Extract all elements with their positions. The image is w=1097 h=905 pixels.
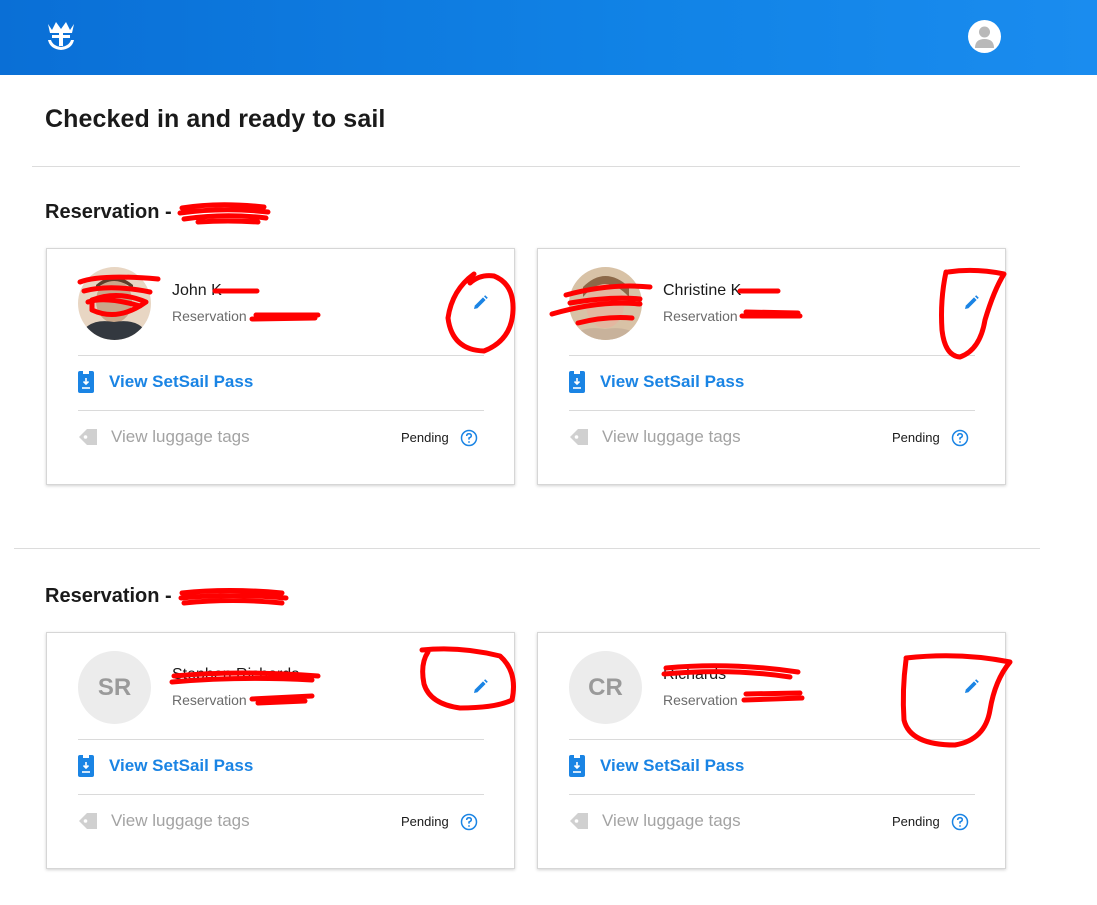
view-setsail-pass-link[interactable]: View SetSail Pass	[569, 370, 744, 394]
crown-anchor-logo-icon[interactable]	[44, 18, 78, 52]
guest-reservation-number: Reservation	[663, 692, 738, 708]
help-circle-icon[interactable]	[951, 429, 969, 447]
luggage-tag-icon	[79, 813, 97, 829]
guest-card: Christine K Reservation View SetSail Pas…	[537, 248, 1006, 485]
redaction-mark	[177, 202, 271, 225]
pass-badge-icon	[78, 371, 94, 393]
view-luggage-tags-link[interactable]: View luggage tags	[78, 425, 250, 449]
divider	[78, 739, 484, 740]
edit-pencil-icon[interactable]	[961, 293, 981, 313]
divider	[78, 355, 484, 356]
guest-name: Richards	[663, 666, 727, 683]
status-badge: Pending	[401, 430, 449, 445]
view-luggage-tags-label: View luggage tags	[602, 811, 741, 830]
reservation-heading: Reservation -	[45, 201, 172, 224]
view-setsail-pass-label: View SetSail Pass	[600, 372, 745, 391]
view-luggage-tags-link[interactable]: View luggage tags	[78, 809, 250, 833]
divider	[569, 355, 975, 356]
page-title: Checked in and ready to sail	[45, 105, 386, 133]
guest-reservation-number: Reservation	[172, 692, 247, 708]
pass-badge-icon	[569, 755, 585, 777]
guest-name: John K	[172, 282, 222, 299]
view-luggage-tags-link[interactable]: View luggage tags	[569, 809, 741, 833]
redaction-mark	[178, 588, 289, 606]
divider	[78, 410, 484, 411]
guest-initials-avatar: SR	[78, 651, 151, 724]
reservation-heading-label: Reservation -	[45, 201, 172, 223]
view-setsail-pass-link[interactable]: View SetSail Pass	[569, 754, 744, 778]
help-circle-icon[interactable]	[951, 813, 969, 831]
reservation-heading-label: Reservation -	[45, 585, 172, 607]
status-badge: Pending	[892, 430, 940, 445]
guest-card: John K Reservation View SetSail Pass Vie…	[46, 248, 515, 485]
divider	[32, 166, 1020, 167]
luggage-tag-icon	[79, 429, 97, 445]
guest-card: SR Stephen Richards Reservation View Set…	[46, 632, 515, 869]
divider	[569, 794, 975, 795]
view-setsail-pass-link[interactable]: View SetSail Pass	[78, 370, 253, 394]
view-luggage-tags-link[interactable]: View luggage tags	[569, 425, 741, 449]
edit-pencil-icon[interactable]	[470, 677, 490, 697]
guest-photo	[569, 267, 642, 340]
profile-avatar-button[interactable]	[968, 20, 1001, 53]
guest-initials-avatar: CR	[569, 651, 642, 724]
edit-pencil-icon[interactable]	[961, 677, 981, 697]
divider	[569, 739, 975, 740]
luggage-tag-icon	[570, 429, 588, 445]
guest-reservation-number: Reservation	[663, 308, 738, 324]
pass-badge-icon	[569, 371, 585, 393]
view-luggage-tags-label: View luggage tags	[111, 427, 250, 446]
guest-name: Stephen Richards	[172, 666, 300, 683]
status-badge: Pending	[401, 814, 449, 829]
divider	[14, 548, 1040, 549]
status-badge: Pending	[892, 814, 940, 829]
view-luggage-tags-label: View luggage tags	[602, 427, 741, 446]
reservation-heading: Reservation -	[45, 585, 172, 608]
luggage-tag-icon	[570, 813, 588, 829]
view-setsail-pass-label: View SetSail Pass	[109, 756, 254, 775]
guest-card: CR Richards Reservation View SetSail Pas…	[537, 632, 1006, 869]
view-luggage-tags-label: View luggage tags	[111, 811, 250, 830]
top-nav-bar	[0, 0, 1097, 75]
guest-reservation-number: Reservation	[172, 308, 247, 324]
divider	[569, 410, 975, 411]
view-setsail-pass-link[interactable]: View SetSail Pass	[78, 754, 253, 778]
help-circle-icon[interactable]	[460, 429, 478, 447]
pass-badge-icon	[78, 755, 94, 777]
user-icon	[975, 26, 994, 48]
edit-pencil-icon[interactable]	[470, 293, 490, 313]
guest-name: Christine K	[663, 282, 742, 299]
help-circle-icon[interactable]	[460, 813, 478, 831]
divider	[78, 794, 484, 795]
view-setsail-pass-label: View SetSail Pass	[109, 372, 254, 391]
view-setsail-pass-label: View SetSail Pass	[600, 756, 745, 775]
guest-photo	[78, 267, 151, 340]
